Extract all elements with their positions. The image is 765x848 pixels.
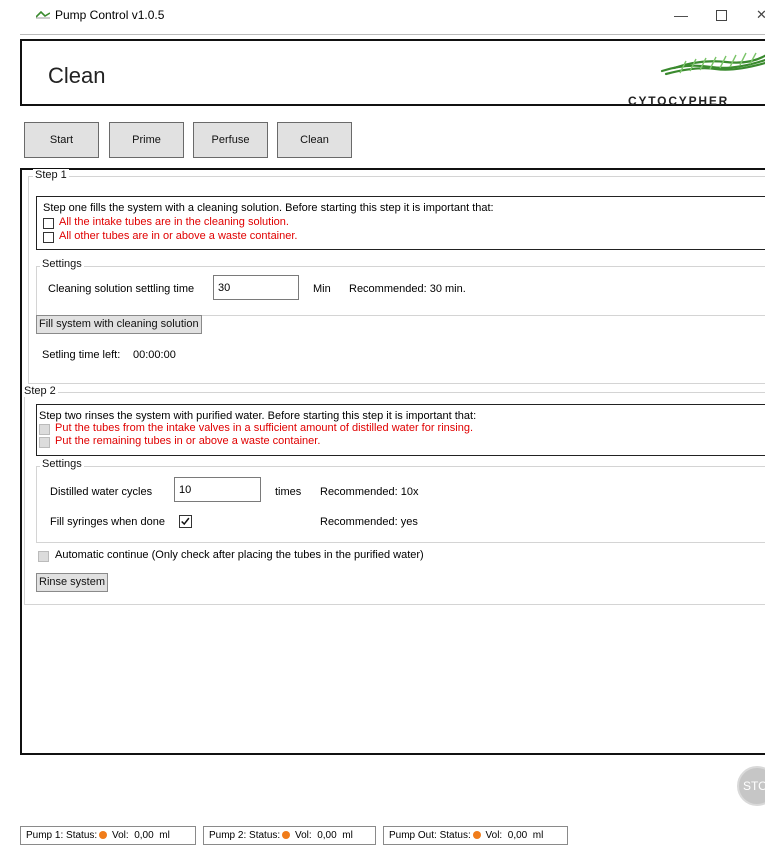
settling-time-recommended: Recommended: 30 min.	[349, 283, 466, 295]
stop-button[interactable]: STOP	[737, 766, 765, 806]
close-button[interactable]: ✕	[756, 6, 765, 24]
maximize-icon	[716, 10, 727, 21]
water-cycles-label: Distilled water cycles	[50, 486, 153, 498]
pump-out-status-indicator	[472, 831, 481, 839]
title-separator	[20, 34, 765, 35]
settling-time-left-value: 00:00:00	[133, 349, 176, 361]
prime-button[interactable]: Prime	[109, 122, 184, 158]
step2-check-waste[interactable]	[39, 437, 50, 448]
fill-syringes-checkbox[interactable]	[179, 515, 192, 528]
pump1-status-label: Status:	[66, 830, 98, 841]
settling-time-unit: Min	[313, 283, 331, 295]
pump-out-name: Pump Out:	[389, 830, 437, 841]
pump-out-vol-label: Vol:	[485, 830, 503, 841]
step1-check-intake[interactable]	[43, 218, 54, 229]
maximize-button[interactable]	[712, 6, 730, 24]
auto-continue-checkbox[interactable]	[38, 551, 49, 562]
pump-out-vol-unit: ml	[532, 830, 544, 841]
step2-title: Step 2	[22, 385, 58, 397]
pump1-status-indicator	[99, 831, 108, 839]
pump2-vol-label: Vol:	[294, 830, 312, 841]
pump1-vol-value: 0,00	[134, 830, 154, 841]
settling-time-left-label: Setling time left:	[42, 349, 121, 361]
pump1-name: Pump 1:	[26, 830, 64, 841]
pump1-vol-unit: ml	[159, 830, 170, 841]
pump2-vol-unit: ml	[342, 830, 353, 841]
pump2-status-label: Status:	[249, 830, 281, 841]
perfuse-button[interactable]: Perfuse	[193, 122, 268, 158]
auto-continue-label: Automatic continue (Only check after pla…	[55, 549, 424, 561]
rinse-system-button[interactable]: Rinse system	[36, 573, 109, 592]
pump1-vol-label: Vol:	[111, 830, 129, 841]
step2-instructions: Step two rinses the system with purified…	[36, 404, 765, 456]
step2-check-intake[interactable]	[39, 424, 50, 435]
step1-check-waste-label: All other tubes are in or above a waste …	[59, 230, 298, 242]
clean-button[interactable]: Clean	[277, 122, 352, 158]
settling-time-input[interactable]	[213, 275, 299, 300]
pump-out-status: Pump Out: Status: Vol: 0,00 ml	[383, 826, 568, 845]
step2-settings-title: Settings	[40, 458, 84, 470]
minimize-button[interactable]: —	[672, 6, 690, 24]
pump-out-vol-value: 0,00	[507, 830, 528, 841]
step1-intro: Step one fills the system with a cleanin…	[43, 202, 494, 214]
fill-syringes-label: Fill syringes when done	[50, 516, 165, 528]
step2-intro: Step two rinses the system with purified…	[39, 410, 477, 422]
step1-title: Step 1	[33, 169, 69, 181]
fill-cleaning-solution-button[interactable]: Fill system with cleaning solution	[36, 315, 202, 334]
pump-out-status-label: Status:	[439, 830, 471, 841]
water-cycles-recommended: Recommended: 10x	[320, 486, 419, 498]
fill-syringes-recommended: Recommended: yes	[320, 516, 418, 528]
logo-icon	[660, 52, 765, 76]
start-button[interactable]: Start	[24, 122, 99, 158]
step1-instructions: Step one fills the system with a cleanin…	[36, 196, 765, 250]
pump2-status: Pump 2: Status: Vol: 0,00 ml	[203, 826, 376, 845]
water-cycles-unit: times	[275, 486, 302, 498]
pump2-status-indicator	[282, 831, 291, 839]
checkmark-icon	[181, 517, 190, 526]
step1-check-waste[interactable]	[43, 232, 54, 243]
page-title: Clean	[48, 63, 106, 88]
pump2-vol-value: 0,00	[317, 830, 337, 841]
page-header: Clean CYTOCYPHER	[20, 39, 765, 108]
step2-check-intake-label: Put the tubes from the intake valves in …	[55, 422, 474, 434]
step2-settings-group	[36, 466, 765, 543]
step2-check-waste-label: Put the remaining tubes in or above a wa…	[55, 435, 321, 447]
window-title: Pump Control v1.0.5	[55, 8, 165, 22]
title-bar: Pump Control v1.0.5 — ✕	[0, 0, 765, 32]
pump1-status: Pump 1: Status: Vol: 0,00 ml	[20, 826, 196, 845]
settling-time-label: Cleaning solution settling time	[48, 283, 195, 295]
app-icon	[36, 11, 50, 19]
main-panel: Step 1 Step one fills the system with a …	[20, 168, 765, 755]
pump2-name: Pump 2:	[209, 830, 247, 841]
step1-settings-title: Settings	[40, 258, 84, 270]
step1-check-intake-label: All the intake tubes are in the cleaning…	[59, 216, 289, 228]
water-cycles-input[interactable]	[174, 477, 261, 502]
logo-text: CYTOCYPHER	[628, 94, 730, 108]
